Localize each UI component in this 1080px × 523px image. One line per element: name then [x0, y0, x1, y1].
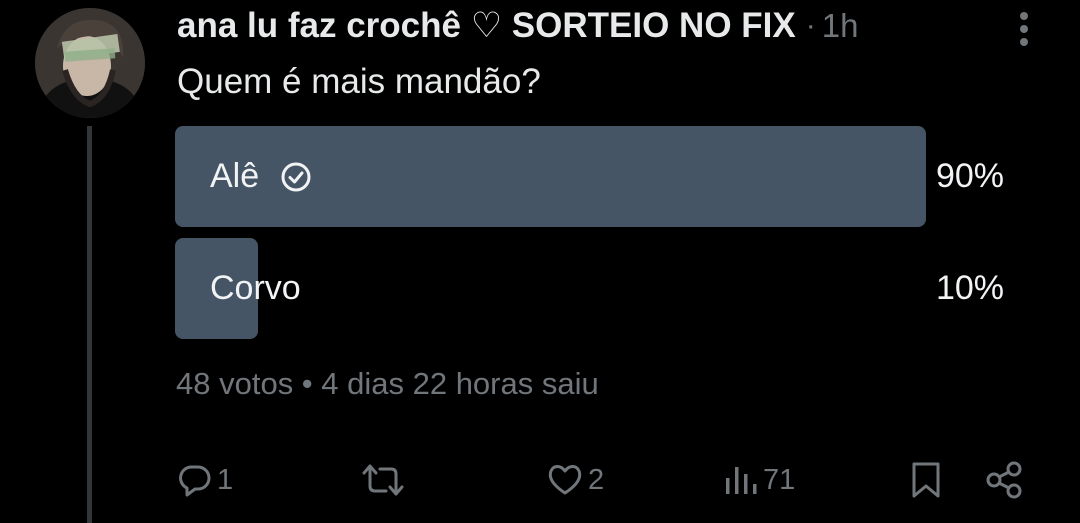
like-button[interactable]: 2: [546, 458, 604, 502]
views-count: 71: [763, 463, 796, 496]
thread-line: [87, 126, 92, 523]
retweet-icon: [362, 464, 404, 496]
heart-icon: [548, 465, 582, 495]
more-options-button[interactable]: [1012, 10, 1036, 50]
views-button[interactable]: 71: [723, 458, 795, 502]
poll-option-ale: Alê 90%: [175, 126, 1009, 227]
poll-option-corvo: Corvo 10%: [175, 238, 1009, 339]
poll-option-text: Corvo: [210, 269, 301, 307]
poll-option-percent: 10%: [935, 269, 1004, 307]
retweet-button[interactable]: [360, 458, 410, 502]
bookmark-icon: [912, 462, 940, 498]
share-button[interactable]: [984, 458, 1024, 502]
tweet-text: Quem é mais mandão?: [177, 62, 541, 101]
share-icon: [986, 461, 1022, 499]
reply-icon: [179, 465, 211, 497]
poll-option-label: Corvo: [210, 238, 301, 339]
header-separator: ·: [805, 9, 816, 42]
tweet-header: ana lu faz crochê ♡ SORTEIO NO FIX · 1h: [177, 4, 858, 48]
author-name[interactable]: ana lu faz crochê ♡ SORTEIO NO FIX: [177, 6, 796, 46]
poll-option-label: Alê: [210, 126, 313, 227]
reply-button[interactable]: 1: [177, 458, 233, 502]
profile-photo-icon: [35, 8, 145, 118]
tweet-time[interactable]: 1h: [822, 7, 859, 45]
poll-option-text: Alê: [210, 157, 260, 195]
poll-meta: 48 votos • 4 dias 22 horas saiu: [176, 366, 599, 401]
more-vertical-icon: [1020, 12, 1028, 46]
like-count: 2: [588, 463, 605, 496]
views-bar-chart-icon: [726, 467, 757, 494]
check-circle-icon: [281, 162, 311, 191]
bookmark-button[interactable]: [908, 458, 944, 502]
avatar[interactable]: [35, 8, 145, 118]
poll-option-percent: 90%: [935, 157, 1004, 195]
reply-count: 1: [217, 463, 234, 496]
